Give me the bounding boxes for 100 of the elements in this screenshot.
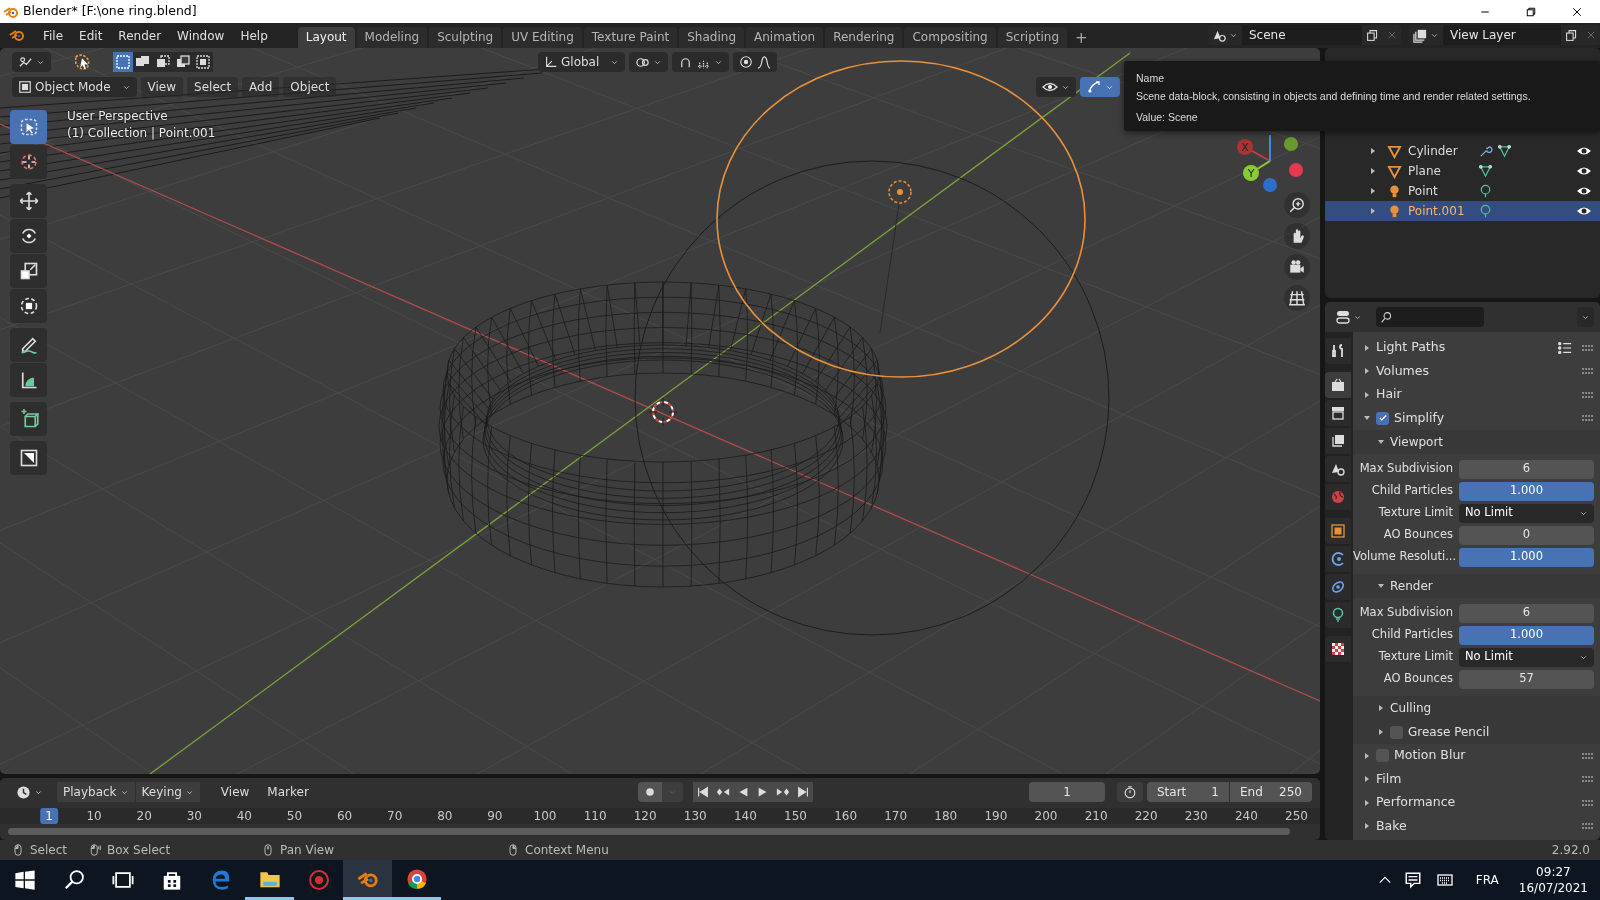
start-frame-field[interactable]: Start 1	[1147, 782, 1229, 802]
slider-field[interactable]: 1.000	[1459, 481, 1594, 501]
dropdown-field[interactable]: No Limit	[1459, 647, 1594, 667]
frame-number: 150	[783, 808, 808, 824]
frame-number: 160	[833, 808, 859, 824]
outliner-row[interactable]: Plane	[1325, 161, 1600, 181]
current-frame-field[interactable]: 1	[1029, 782, 1105, 802]
workspace-tab[interactable]: Modeling	[356, 27, 428, 48]
field-label: Max Subdivision	[1358, 460, 1453, 478]
menu-item[interactable]: View	[140, 77, 184, 97]
subpanel-title: Culling	[1390, 700, 1432, 717]
subpanel-header[interactable]: Culling	[1353, 696, 1600, 720]
frame-number: 80	[436, 808, 454, 824]
panel-header[interactable]: Performance	[1353, 791, 1600, 815]
outliner-row[interactable]: Point	[1325, 181, 1600, 201]
dropdown-field[interactable]: No Limit	[1459, 503, 1594, 523]
menu-item[interactable]: Window	[169, 25, 233, 47]
add-workspace-button[interactable]: +	[1069, 27, 1094, 48]
tooltip-title: Name	[1136, 71, 1165, 86]
frame-number: 250	[1284, 808, 1309, 824]
scene-field[interactable]: Scene	[1242, 25, 1362, 45]
clock-date[interactable]: 16/07/2021	[1518, 880, 1588, 896]
status-hint: Box Select	[107, 842, 171, 859]
panel-header[interactable]: Bake	[1353, 814, 1600, 838]
menu-item[interactable]: Marker	[260, 782, 316, 802]
panel-header[interactable]: Hair	[1353, 383, 1600, 407]
tooltip-description: Scene data-block, consisting in objects and defining time and render related settings.	[1136, 89, 1532, 104]
frame-number: 10	[85, 808, 103, 824]
menu-item[interactable]: Help	[232, 25, 276, 47]
frame-number: 90	[486, 808, 504, 824]
panel-header[interactable]: Light Paths	[1353, 336, 1600, 360]
subpanel-header[interactable]: Grease Pencil	[1353, 720, 1600, 744]
orientation-dropdown[interactable]: Global	[538, 52, 626, 72]
frame-number: 50	[285, 808, 304, 824]
version-text: 2.92.0	[1551, 842, 1590, 859]
panel-title: Simplify	[1394, 408, 1446, 427]
field-label: Volume Resoluti...	[1353, 548, 1453, 566]
panel-header[interactable]: Volumes	[1353, 359, 1600, 383]
menu-item[interactable]: View	[213, 782, 257, 802]
panel-title: Motion Blur	[1394, 746, 1467, 765]
menu-item[interactable]: Render	[110, 25, 170, 47]
end-frame-field[interactable]: End 250	[1230, 782, 1312, 802]
menu-item[interactable]: Select	[187, 77, 239, 97]
outliner-row[interactable]: Cylinder	[1325, 141, 1600, 161]
viewport-info-text: User Perspective	[67, 108, 169, 125]
window-title: Blender* [F:\one ring.blend]	[23, 2, 198, 21]
frame-number: 60	[335, 808, 354, 824]
menu-item[interactable]: Edit	[71, 25, 111, 47]
object-name: Point.001	[1408, 203, 1466, 220]
current-frame-marker[interactable]: 1	[40, 808, 58, 824]
subpanel-header[interactable]: Render	[1353, 574, 1600, 598]
panel-title: Performance	[1376, 793, 1457, 812]
workspace-tab[interactable]: UV Editing	[503, 27, 582, 48]
workspace-tab[interactable]: Sculpting	[429, 27, 502, 48]
status-hint: Select	[30, 842, 68, 859]
status-hint: Pan View	[280, 842, 334, 859]
slider-field[interactable]: 1.000	[1459, 547, 1594, 567]
frame-number: 180	[933, 808, 959, 824]
panel-header[interactable]: Simplify	[1353, 406, 1600, 430]
workspace-tab[interactable]: Layout	[297, 27, 355, 48]
menu-item[interactable]: Add	[242, 77, 280, 97]
frame-number: 120	[632, 808, 658, 824]
workspace-tab[interactable]: Compositing	[904, 27, 996, 48]
panel-title: Bake	[1376, 816, 1408, 835]
menu-dropdown[interactable]: Keying	[135, 782, 200, 802]
panel-title: Film	[1376, 769, 1403, 788]
clock-time[interactable]: 09:27	[1518, 864, 1588, 880]
subpanel-title: Grease Pencil	[1408, 724, 1490, 741]
subpanel-header[interactable]: Viewport	[1353, 430, 1600, 454]
panel-title: Volumes	[1376, 361, 1430, 380]
panel-header[interactable]: Motion Blur	[1353, 744, 1600, 768]
field-label: Child Particles	[1370, 626, 1453, 644]
number-field[interactable]: 57	[1459, 669, 1594, 689]
outliner-row[interactable]: Point.001	[1325, 201, 1600, 221]
number-field[interactable]: 0	[1459, 525, 1594, 545]
number-field[interactable]: 6	[1459, 459, 1594, 479]
frame-number: 70	[386, 808, 404, 824]
workspace-tab[interactable]: Scripting	[997, 27, 1068, 48]
language-indicator[interactable]: FRA	[1475, 871, 1499, 889]
workspace-tab[interactable]: Animation	[746, 27, 824, 48]
workspace-tab[interactable]: Shading	[679, 27, 744, 48]
menu-dropdown[interactable]: Playback	[57, 782, 135, 802]
view-layer-field[interactable]: View Layer	[1443, 25, 1561, 45]
frame-number: 240	[1233, 808, 1259, 824]
workspace-tab[interactable]: Rendering	[825, 27, 903, 48]
mode-dropdown[interactable]: Object Mode	[12, 77, 137, 97]
frame-number: 220	[1133, 808, 1159, 824]
menu-item[interactable]: File	[35, 25, 72, 47]
gizmo-axis-handle[interactable]: Y	[1243, 165, 1259, 181]
frame-number: 230	[1183, 808, 1209, 824]
panel-title: Hair	[1376, 385, 1403, 404]
status-hint: Context Menu	[525, 842, 609, 859]
panel-header[interactable]: Film	[1353, 767, 1600, 791]
slider-field[interactable]: 1.000	[1459, 625, 1594, 645]
frame-number: 200	[1033, 808, 1059, 824]
menu-item[interactable]: Object	[283, 77, 337, 97]
number-field[interactable]: 6	[1459, 603, 1594, 623]
workspace-tab[interactable]: Texture Paint	[583, 27, 678, 48]
subpanel-title: Viewport	[1390, 434, 1444, 451]
frame-number: 210	[1083, 808, 1109, 824]
